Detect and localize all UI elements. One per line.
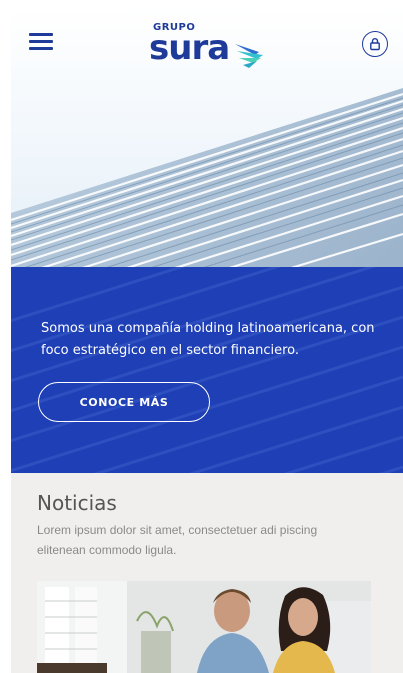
logo-wings-icon [235,44,263,68]
logo-sura-text: sura [149,28,230,68]
news-image[interactable] [37,581,371,673]
menu-bar [29,40,53,43]
news-photo [37,581,371,673]
grupo-sura-logo[interactable]: GRUPO sura [149,22,275,74]
hero-text: Somos una compañía holding latinoamerica… [41,321,375,358]
news-title: Noticias [37,491,117,515]
news-description: Lorem ipsum dolor sit amet, consectetuer… [37,523,318,557]
hero-section: Somos una compañía holding latinoamerica… [11,8,403,473]
menu-bar [29,33,53,36]
hamburger-menu-icon[interactable] [29,33,53,51]
user-lock-icon[interactable] [362,31,388,57]
mobile-page: Somos una compañía holding latinoamerica… [11,8,403,673]
conoce-mas-button[interactable]: CONOCE MÁS [38,382,210,422]
hero-blue-overlay [11,267,403,473]
lock-icon [370,38,380,51]
news-section: Noticias Lorem ipsum dolor sit amet, con… [11,473,403,673]
menu-bar [29,47,53,50]
roof-pattern [11,267,403,473]
